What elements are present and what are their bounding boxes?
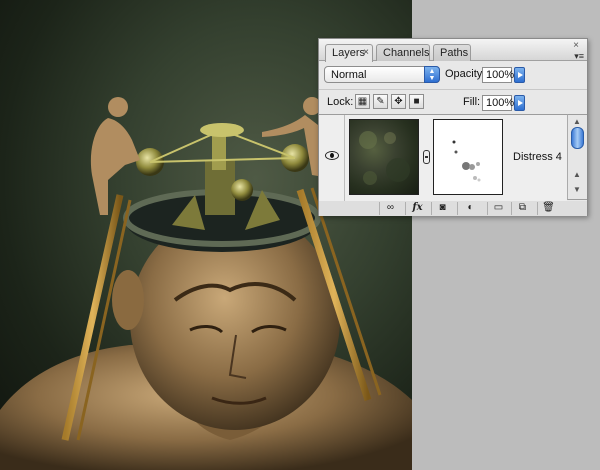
fill-input[interactable]: 100% [482,95,514,111]
blend-row: Normal ▲ ▼ Opacity: 100% [319,63,587,87]
palette-menu-icon[interactable]: ▾≡ [574,51,584,62]
scroll-up-icon[interactable]: ▲ [573,170,581,179]
eye-icon[interactable] [325,151,339,160]
tab-layers-label: Layers [332,47,366,59]
scroll-up-top-icon[interactable]: ▲ [573,117,581,126]
adjustment-layer-icon[interactable]: ◐ [457,202,483,215]
layer-thumbnail[interactable] [349,119,419,195]
add-mask-icon[interactable]: ◙ [431,202,453,215]
lock-row: Lock: ▦ ✎ ✥ ■ Fill: 100% [319,89,587,113]
palette-bottom-bar: ∞ fx ◙ ◐ ▭ ⧉ 🗑 [319,201,587,216]
lock-all-icon[interactable]: ■ [409,94,424,109]
layer-thumbnail-texture [359,131,410,185]
tab-channels-label: Channels [383,47,430,59]
tab-paths[interactable]: Paths [433,44,471,61]
visibility-toggle[interactable] [319,115,345,201]
chevron-updown-icon[interactable]: ▲ ▼ [424,66,440,83]
layers-palette: Layers × Channels Paths × ▾≡ Normal ▲ ▼ O… [318,38,588,216]
link-layers-icon[interactable]: ∞ [379,202,401,215]
fill-slider-arrow-icon[interactable] [514,95,525,111]
opacity-slider-arrow-icon[interactable] [514,67,525,83]
lock-label: Lock: [327,96,354,108]
chain-link-icon[interactable] [423,150,430,164]
mask-thumbnail-spots [452,140,481,182]
opacity-label: Opacity: [445,68,486,80]
layer-list-scrollbar[interactable]: ▲ ▲ ▼ [567,114,587,200]
layer-list: Distress 4 [319,114,567,201]
scroll-thumb[interactable] [571,127,584,149]
blend-mode-value: Normal [331,69,367,81]
tab-layers[interactable]: Layers × [325,44,373,62]
layer-row[interactable]: Distress 4 [319,115,567,201]
layer-mask-thumbnail[interactable] [433,119,503,195]
window-close-icon[interactable]: × [573,40,579,51]
lock-position-icon[interactable]: ✥ [391,94,406,109]
lock-transparent-pixels-icon[interactable]: ▦ [355,94,370,109]
new-layer-icon[interactable]: ⧉ [511,202,533,215]
tab-channels[interactable]: Channels [376,44,430,61]
layer-style-label: fx [412,202,423,213]
layer-name[interactable]: Distress 4 [513,151,562,163]
layer-style-button[interactable]: fx [405,202,429,215]
close-icon[interactable]: × [363,47,369,58]
trash-icon[interactable]: 🗑 [537,202,559,215]
lock-image-pixels-icon[interactable]: ✎ [373,94,388,109]
scroll-down-icon[interactable]: ▼ [573,185,581,194]
folder-icon[interactable]: ▭ [487,202,509,215]
opacity-input[interactable]: 100% [482,67,514,83]
tab-paths-label: Paths [440,47,469,59]
fill-label: Fill: [463,96,481,108]
blend-mode-select[interactable]: Normal ▲ ▼ [324,66,440,83]
palette-titlebar[interactable]: Layers × Channels Paths × ▾≡ [319,39,587,62]
